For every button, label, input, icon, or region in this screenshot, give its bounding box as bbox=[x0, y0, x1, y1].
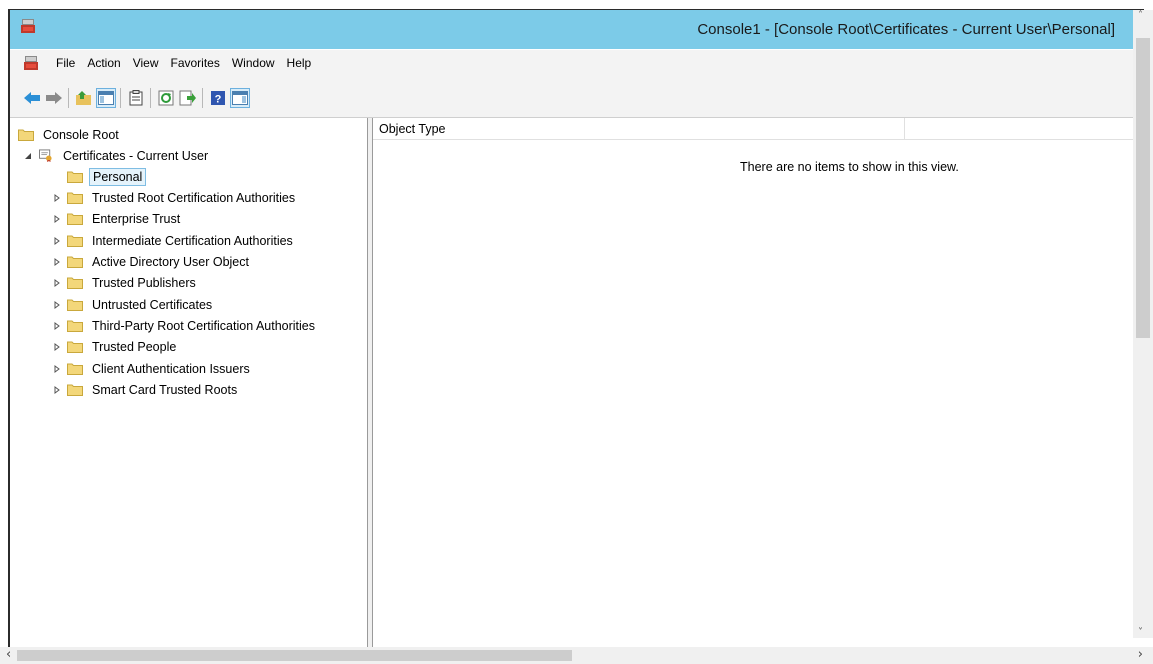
folder-icon bbox=[67, 320, 83, 332]
mmc-window: Console1 - [Console Root\Certificates - … bbox=[10, 10, 1143, 664]
tree-node-store[interactable]: Enterprise Trust bbox=[51, 208, 183, 229]
mmc-app-icon[interactable] bbox=[20, 18, 36, 34]
folder-icon bbox=[67, 341, 83, 353]
tree-node-label: Active Directory User Object bbox=[92, 254, 249, 269]
list-header: Object Type bbox=[373, 118, 1143, 140]
toolbar: ? bbox=[10, 80, 1143, 118]
horizontal-scroll-thumb[interactable] bbox=[17, 650, 572, 661]
show-hide-action-pane-icon bbox=[232, 91, 248, 105]
folder-icon bbox=[67, 277, 83, 289]
menu-window[interactable]: Window bbox=[226, 55, 281, 71]
tree-node-label: Certificates - Current User bbox=[63, 148, 209, 163]
forward-button[interactable] bbox=[44, 88, 64, 108]
expand-arrow-icon[interactable] bbox=[51, 277, 63, 289]
tree-node-label: Intermediate Certification Authorities bbox=[92, 233, 293, 248]
tree-node-label: Personal bbox=[89, 167, 147, 186]
menu-action[interactable]: Action bbox=[81, 55, 126, 71]
svg-text:?: ? bbox=[215, 94, 222, 106]
vertical-scrollbar[interactable]: ˄ ˅ bbox=[1133, 10, 1153, 638]
expand-arrow-icon[interactable] bbox=[51, 299, 63, 311]
folder-icon bbox=[67, 299, 83, 311]
scroll-left-icon[interactable]: ‹ bbox=[6, 647, 11, 662]
tree-node-certificates-current-user[interactable]: Certificates - Current User bbox=[22, 145, 211, 166]
folder-icon bbox=[67, 213, 83, 225]
expand-arrow-icon[interactable] bbox=[51, 384, 63, 396]
export-list-button[interactable] bbox=[178, 88, 198, 108]
tree-node-label: Client Authentication Issuers bbox=[92, 361, 250, 376]
back-icon bbox=[24, 92, 40, 104]
toolbar-separator bbox=[150, 88, 151, 108]
tree-node-store[interactable]: Trusted Publishers bbox=[51, 272, 199, 293]
expand-arrow-icon[interactable] bbox=[51, 192, 63, 204]
expand-arrow-icon[interactable] bbox=[51, 320, 63, 332]
properties-button[interactable] bbox=[126, 88, 146, 108]
tree-node-label: Untrusted Certificates bbox=[92, 297, 213, 312]
tree-node-label: Trusted Root Certification Authorities bbox=[92, 190, 296, 205]
up-one-level-button[interactable] bbox=[74, 88, 94, 108]
export-list-icon bbox=[179, 90, 196, 106]
system-menu-icon[interactable] bbox=[23, 55, 39, 71]
menu-help[interactable]: Help bbox=[281, 55, 318, 71]
title-bar[interactable]: Console1 - [Console Root\Certificates - … bbox=[10, 10, 1143, 49]
results-pane[interactable]: Object Type There are no items to show i… bbox=[373, 118, 1143, 648]
folder-icon bbox=[18, 129, 34, 141]
expand-arrow-icon[interactable] bbox=[51, 256, 63, 268]
tree-node-label: Trusted Publishers bbox=[92, 275, 196, 290]
folder-icon bbox=[67, 235, 83, 247]
menu-view[interactable]: View bbox=[127, 55, 165, 71]
folder-icon bbox=[67, 384, 83, 396]
window-title: Console1 - [Console Root\Certificates - … bbox=[697, 21, 1115, 38]
tree-node-label: Smart Card Trusted Roots bbox=[92, 382, 238, 397]
scroll-up-icon[interactable]: ˄ bbox=[1138, 10, 1143, 21]
tree-node-store[interactable]: Trusted Root Certification Authorities bbox=[51, 187, 298, 208]
scroll-right-icon[interactable]: › bbox=[1138, 647, 1143, 662]
tree-node-label: Console Root bbox=[43, 127, 119, 142]
toolbar-separator bbox=[68, 88, 69, 108]
folder-icon bbox=[67, 256, 83, 268]
tree-node-store[interactable]: Client Authentication Issuers bbox=[51, 358, 253, 379]
refresh-icon bbox=[158, 90, 174, 106]
horizontal-scrollbar[interactable]: ‹ › bbox=[0, 647, 1153, 664]
tree-node-store[interactable]: Smart Card Trusted Roots bbox=[51, 379, 240, 400]
tree-node-store[interactable]: Untrusted Certificates bbox=[51, 294, 215, 315]
tree-node-store[interactable]: Intermediate Certification Authorities bbox=[51, 230, 296, 251]
show-hide-action-pane-button[interactable] bbox=[230, 88, 250, 108]
tree-node-label: Trusted People bbox=[92, 339, 177, 354]
help-button[interactable]: ? bbox=[208, 88, 228, 108]
tree-node-personal[interactable]: Personal bbox=[67, 166, 147, 187]
tree-node-store[interactable]: Active Directory User Object bbox=[51, 251, 252, 272]
show-hide-tree-button[interactable] bbox=[96, 88, 116, 108]
vertical-scroll-thumb[interactable] bbox=[1136, 38, 1150, 338]
tree-node-store[interactable]: Third-Party Root Certification Authoriti… bbox=[51, 315, 318, 336]
tree-node-label: Enterprise Trust bbox=[92, 211, 181, 226]
tree-node-console-root[interactable]: Console Root bbox=[18, 124, 122, 145]
tree-node-store[interactable]: Trusted People bbox=[51, 336, 179, 357]
tree-node-label: Third-Party Root Certification Authoriti… bbox=[92, 318, 316, 333]
clipboard-icon bbox=[129, 90, 143, 106]
expand-arrow-icon[interactable] bbox=[51, 363, 63, 375]
refresh-button[interactable] bbox=[156, 88, 176, 108]
menu-favorites[interactable]: Favorites bbox=[165, 55, 226, 71]
back-button[interactable] bbox=[22, 88, 42, 108]
console-tree[interactable]: Console Root Certificates - Current User… bbox=[10, 118, 368, 648]
empty-view-message: There are no items to show in this view. bbox=[740, 160, 959, 174]
toolbar-separator bbox=[202, 88, 203, 108]
column-header-object-type[interactable]: Object Type bbox=[373, 118, 905, 140]
up-folder-icon bbox=[76, 91, 91, 105]
folder-icon bbox=[67, 171, 83, 183]
collapse-arrow-icon[interactable] bbox=[22, 150, 34, 162]
show-hide-tree-icon bbox=[98, 91, 114, 105]
expand-arrow-icon[interactable] bbox=[51, 235, 63, 247]
expand-arrow-icon[interactable] bbox=[51, 341, 63, 353]
scroll-down-icon[interactable]: ˅ bbox=[1138, 627, 1143, 638]
folder-icon bbox=[67, 363, 83, 375]
toolbar-separator bbox=[120, 88, 121, 108]
folder-icon bbox=[67, 192, 83, 204]
menu-file[interactable]: File bbox=[50, 55, 81, 71]
forward-icon bbox=[46, 92, 62, 104]
certificate-store-icon bbox=[39, 149, 52, 162]
help-icon: ? bbox=[211, 91, 225, 106]
expand-arrow-icon[interactable] bbox=[51, 213, 63, 225]
